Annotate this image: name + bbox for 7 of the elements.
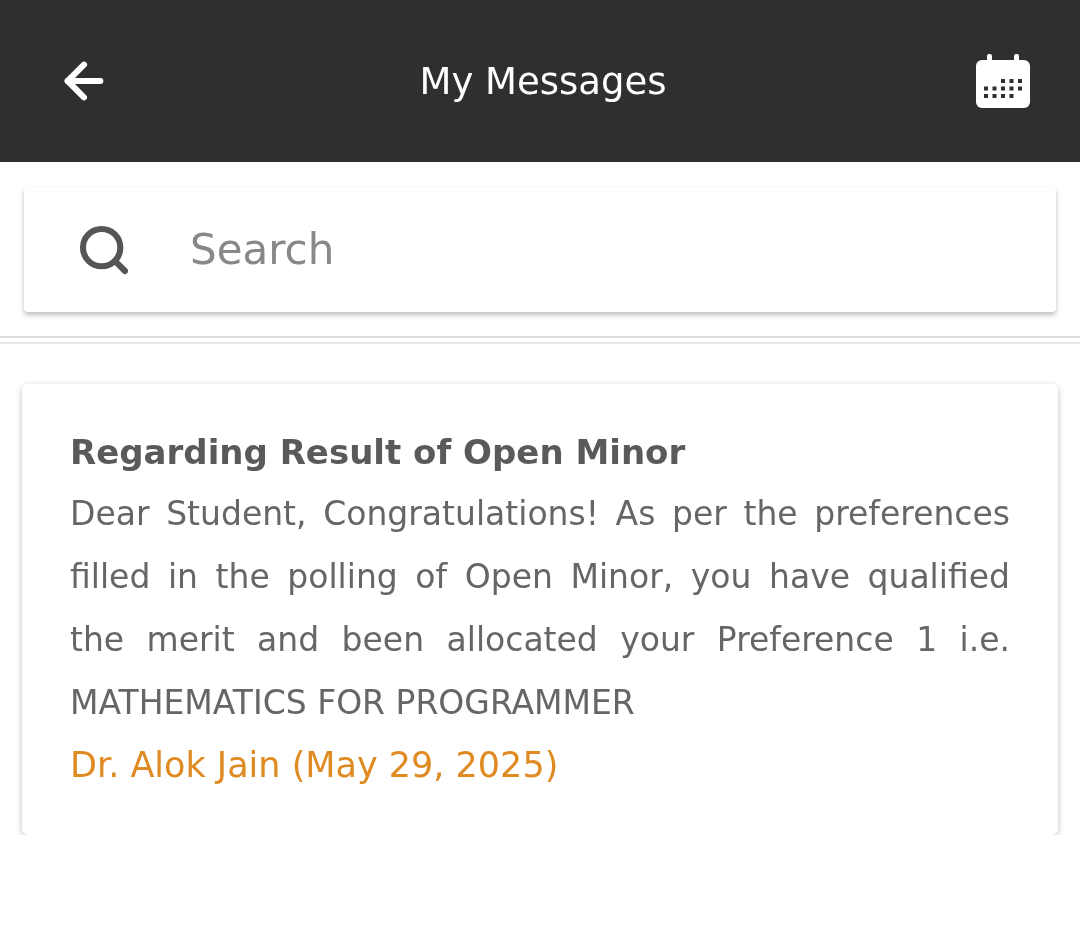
message-body: Dear Student, Congratulations! As per the preferences filled in the polling of Open Minor, you have qualified the merit and been allocated your Preference 1 i.e. MATHEMATICS FOR PROGRAMMER [70, 493, 1010, 724]
message-author: Dr. Alok Jain (May 29, 2025) [70, 744, 560, 787]
search-field[interactable]: Search [188, 224, 1056, 275]
message-card[interactable] [22, 384, 1058, 835]
page-title: My Messages [419, 59, 667, 103]
calendar-icon [974, 52, 1032, 110]
message-subject: Regarding Result of Open Minor [70, 432, 687, 472]
